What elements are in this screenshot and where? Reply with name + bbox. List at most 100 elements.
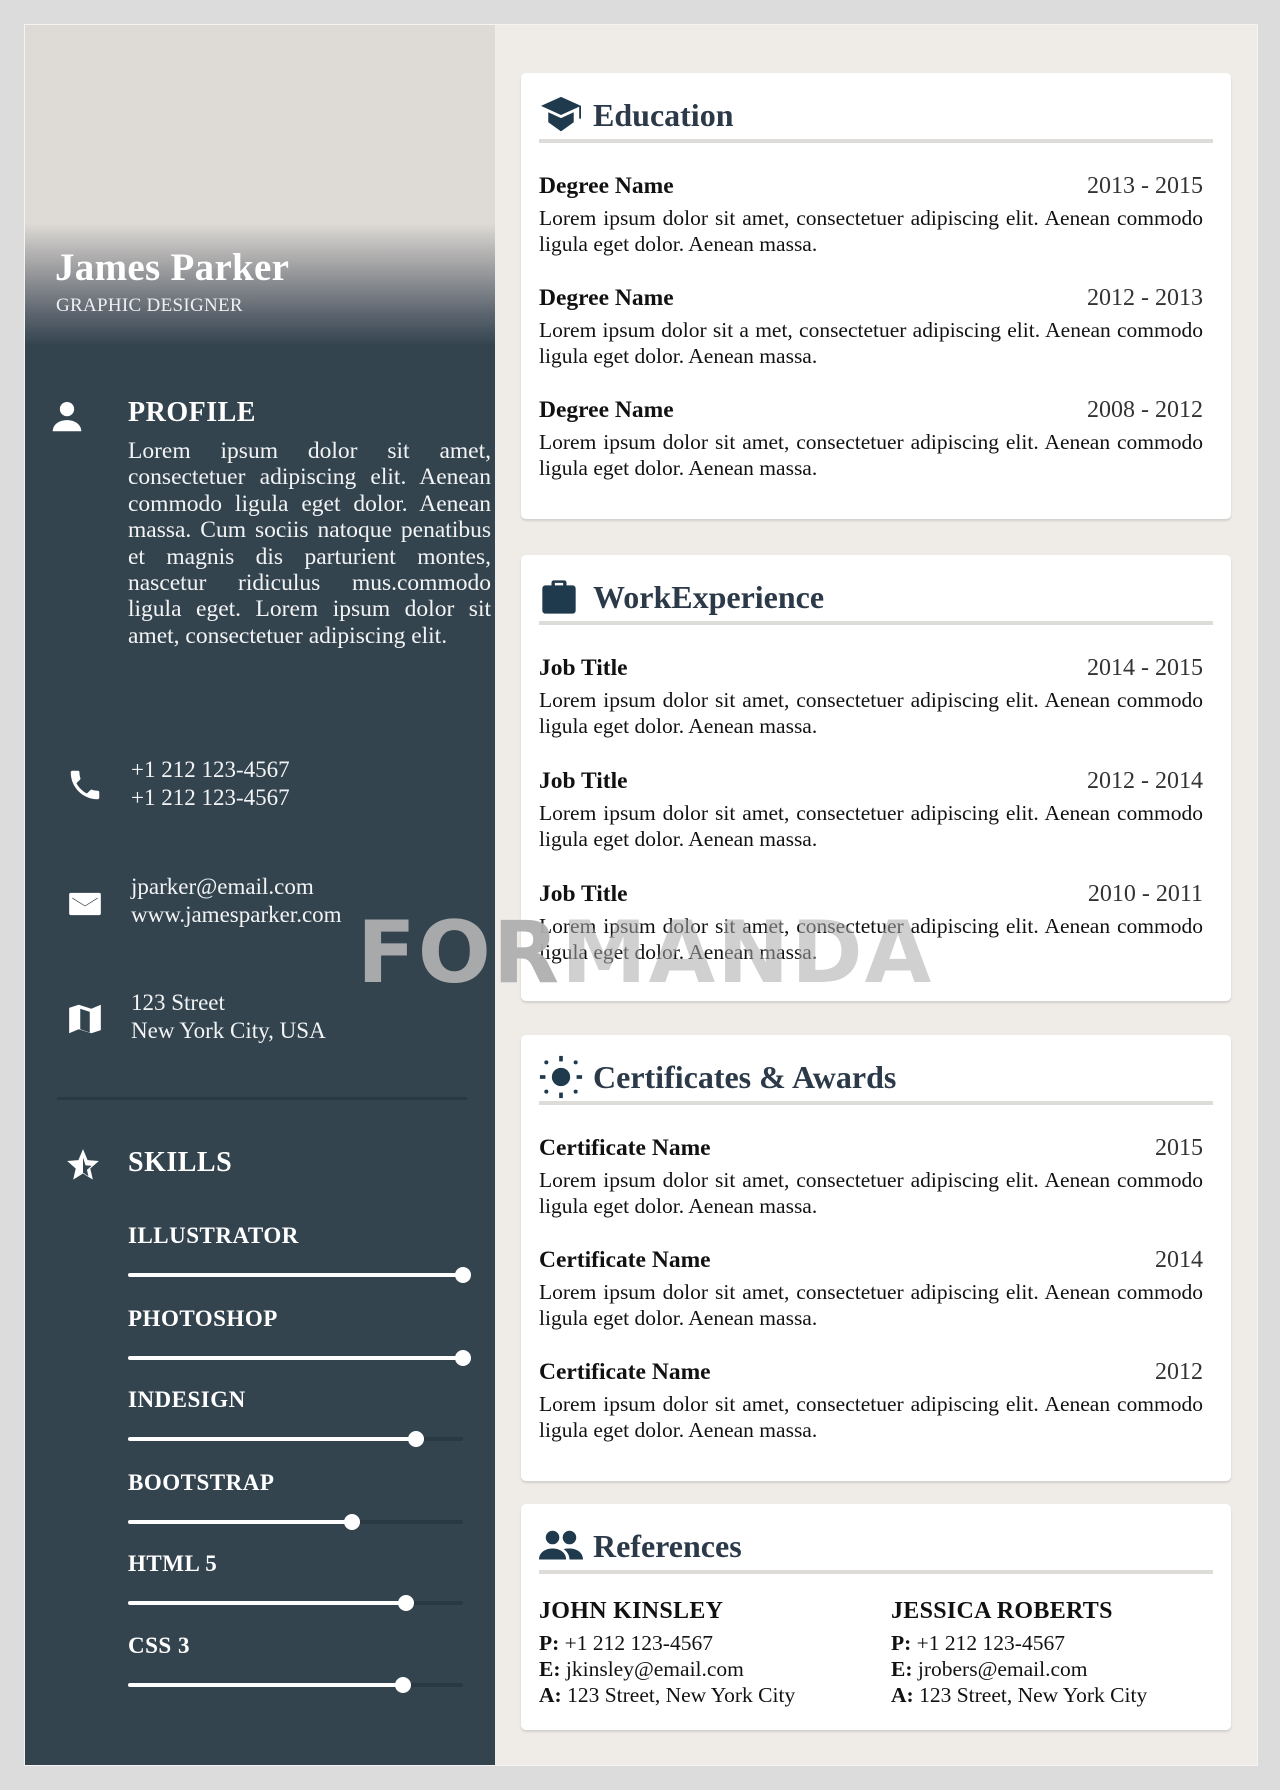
- resume-page: James Parker GRAPHIC DESIGNER PROFILE Lo…: [24, 24, 1258, 1766]
- education-title: Education: [593, 97, 734, 133]
- skill-bar-track: [128, 1595, 463, 1611]
- email-value[interactable]: jrobers@email.com: [918, 1657, 1088, 1681]
- skills-title: SKILLS: [128, 1147, 233, 1178]
- entry-head: Job Title 2010 - 2011: [539, 881, 1203, 908]
- education-header: Education: [539, 95, 1213, 143]
- skill-bar-fill: [128, 1437, 417, 1441]
- entry-head: Degree Name 2008 - 2012: [539, 397, 1203, 424]
- reference-phone: P: +1 212 123-4567: [539, 1630, 795, 1656]
- work-description: Lorem ipsum dolor sit amet, consectetuer…: [539, 688, 1203, 738]
- email-label: E:: [891, 1657, 913, 1681]
- skill-item: CSS 3: [128, 1633, 468, 1693]
- skill-bar-fill: [128, 1273, 463, 1277]
- skill-label: BOOTSTRAP: [128, 1470, 275, 1495]
- sidebar-divider: [57, 1097, 467, 1100]
- certificate-entry: Certificate Name 2012 Lorem ipsum dolor si…: [539, 1359, 1203, 1443]
- entry-head: Degree Name 2013 - 2015: [539, 173, 1203, 200]
- certificate-description: Lorem ipsum dolor sit amet, consectetuer…: [539, 1280, 1203, 1330]
- education-description: Lorem ipsum dolor sit a met, consectetue…: [539, 318, 1203, 368]
- skill-bar-track: [128, 1514, 463, 1530]
- address-value: 123 Street, New York City: [919, 1683, 1148, 1707]
- email-value[interactable]: jkinsley@email.com: [566, 1657, 744, 1681]
- people-icon: [539, 1526, 583, 1566]
- entry-head: Degree Name 2012 - 2013: [539, 285, 1203, 312]
- certificates-card: Certificates & Awards Certificate Name 20…: [521, 1035, 1231, 1481]
- phone-value: +1 212 123-4567: [916, 1631, 1065, 1655]
- sidebar: James Parker GRAPHIC DESIGNER PROFILE Lo…: [25, 25, 495, 1765]
- phone-number-2[interactable]: +1 212 123-4567: [131, 784, 290, 812]
- education-name: Degree Name: [539, 397, 674, 423]
- certificate-name: Certificate Name: [539, 1247, 711, 1273]
- work-description: Lorem ipsum dolor sit amet, consectetuer…: [539, 914, 1203, 964]
- skill-item: HTML 5: [128, 1551, 468, 1611]
- work-name: Job Title: [539, 655, 628, 681]
- skill-bar-knob: [455, 1350, 471, 1366]
- work-entry: Job Title 2010 - 2011 Lorem ipsum dolor si…: [539, 881, 1203, 965]
- skill-bar-fill: [128, 1520, 353, 1524]
- address-line-2: New York City, USA: [131, 1018, 326, 1043]
- work-header: WorkExperience: [539, 577, 1213, 625]
- phone-contact: +1 212 123-4567 +1 212 123-4567: [131, 756, 290, 812]
- certificate-entry: Certificate Name 2014 Lorem ipsum dolor si…: [539, 1247, 1203, 1331]
- person-icon: [47, 397, 87, 437]
- briefcase-icon: [539, 577, 583, 617]
- reference-phone: P: +1 212 123-4567: [891, 1630, 1147, 1656]
- entry-head: Job Title 2014 - 2015: [539, 655, 1203, 682]
- skill-bar-track: [128, 1431, 463, 1447]
- entry-head: Job Title 2012 - 2014: [539, 768, 1203, 795]
- certificate-date: 2014: [1155, 1247, 1203, 1273]
- entry-head: Certificate Name 2015: [539, 1135, 1203, 1162]
- map-icon: [65, 999, 105, 1039]
- address-line-1: 123 Street: [131, 990, 225, 1015]
- references-card: References JOHN KINSLEY P: +1 212 123-456…: [521, 1504, 1231, 1730]
- reference-email: E: jkinsley@email.com: [539, 1656, 795, 1682]
- reference-address: A: 123 Street, New York City: [539, 1682, 795, 1708]
- certificate-name: Certificate Name: [539, 1135, 711, 1161]
- phone-icon: [65, 765, 105, 805]
- skill-bar-knob: [344, 1514, 361, 1530]
- skill-item: ILLUSTRATOR: [128, 1223, 471, 1283]
- education-date: 2008 - 2012: [1087, 397, 1203, 423]
- education-date: 2012 - 2013: [1087, 285, 1203, 311]
- skill-bar-fill: [128, 1683, 403, 1687]
- education-card: Education Degree Name 2013 - 2015 Lorem ip…: [521, 73, 1231, 519]
- website-link[interactable]: www.jamesparker.com: [131, 901, 342, 929]
- certificate-name: Certificate Name: [539, 1359, 711, 1385]
- email-link[interactable]: jparker@email.com: [131, 873, 342, 901]
- certificate-date: 2012: [1155, 1359, 1203, 1385]
- web-contact: jparker@email.com www.jamesparker.com: [131, 873, 342, 929]
- work-date: 2010 - 2011: [1087, 881, 1203, 907]
- work-name: Job Title: [539, 768, 628, 794]
- email-label: E:: [539, 1657, 561, 1681]
- work-entry: Job Title 2014 - 2015 Lorem ipsum dolor si…: [539, 655, 1203, 739]
- phone-number-1[interactable]: +1 212 123-4567: [131, 756, 290, 784]
- entry-head: Certificate Name 2012: [539, 1359, 1203, 1386]
- certificates-title: Certificates & Awards: [593, 1059, 897, 1095]
- graduation-cap-icon: [539, 95, 583, 135]
- reference-item: JOHN KINSLEY P: +1 212 123-4567 E: jkinsle…: [539, 1598, 795, 1708]
- reference-name: JESSICA ROBERTS: [891, 1598, 1113, 1624]
- education-name: Degree Name: [539, 173, 674, 199]
- education-entry: Degree Name 2012 - 2013 Lorem ipsum dolor …: [539, 285, 1203, 369]
- references-header: References: [539, 1526, 1213, 1574]
- phone-value: +1 212 123-4567: [564, 1631, 713, 1655]
- skill-bar-track: [128, 1350, 471, 1366]
- mail-icon: [65, 884, 105, 924]
- education-description: Lorem ipsum dolor sit amet, consectetuer…: [539, 430, 1203, 480]
- star-icon: [63, 1145, 103, 1185]
- work-date: 2012 - 2014: [1087, 768, 1203, 794]
- education-name: Degree Name: [539, 285, 674, 311]
- skill-label: INDESIGN: [128, 1387, 246, 1412]
- skill-bar-knob: [394, 1677, 411, 1693]
- address-value: 123 Street, New York City: [567, 1683, 796, 1707]
- work-date: 2014 - 2015: [1087, 655, 1203, 681]
- references-title: References: [593, 1528, 742, 1564]
- reference-address: A: 123 Street, New York City: [891, 1682, 1147, 1708]
- certificate-date: 2015: [1155, 1135, 1203, 1161]
- work-description: Lorem ipsum dolor sit amet, consectetuer…: [539, 801, 1203, 851]
- person-role: GRAPHIC DESIGNER: [56, 295, 243, 316]
- certificate-description: Lorem ipsum dolor sit amet, consectetuer…: [539, 1168, 1203, 1218]
- work-card: WorkExperience Job Title 2014 - 2015 Lorem…: [521, 555, 1231, 1001]
- person-name: James Parker: [55, 246, 290, 289]
- skill-bar-track: [128, 1267, 471, 1283]
